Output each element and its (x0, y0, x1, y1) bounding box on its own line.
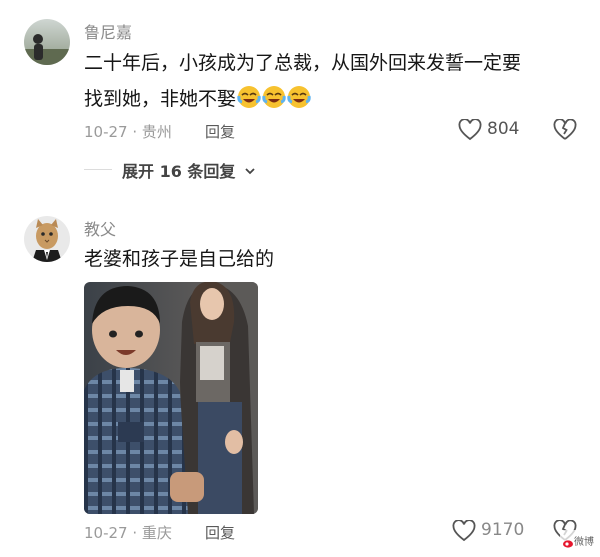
reply-button[interactable]: 回复 (205, 121, 235, 142)
comment-text-line: 找到她，非她不娶 (84, 81, 584, 117)
laugh-cry-emoji-icon (287, 85, 311, 109)
comment-meta: 10-27 · 贵州 (84, 123, 172, 141)
watermark: 微博 (560, 530, 596, 552)
comment-text-part: 找到她，非她不娶 (84, 88, 237, 110)
heart-icon (458, 118, 482, 145)
like-count: 804 (487, 119, 520, 139)
heart-icon (452, 519, 476, 546)
username[interactable]: 鲁尼嘉 (84, 19, 132, 43)
like-button[interactable]: 804 (458, 117, 528, 145)
like-count: 9170 (481, 520, 525, 540)
laugh-cry-emoji-icon (237, 85, 261, 109)
watermark-text: 微博 (574, 537, 594, 548)
divider (84, 169, 112, 170)
broken-heart-icon[interactable] (553, 118, 577, 145)
like-button[interactable]: 9170 (452, 518, 532, 546)
comment-text: 老婆和孩子是自己给的 (84, 248, 275, 270)
comment-meta: 10-27 · 重庆 (84, 524, 172, 542)
avatar[interactable] (24, 216, 70, 262)
comment-text: 二十年后，小孩成为了总裁，从国外回来发誓一定要 找到她，非她不娶 (84, 45, 584, 117)
laugh-cry-emoji-icon (262, 85, 286, 109)
comment-text-line: 二十年后，小孩成为了总裁，从国外回来发誓一定要 (84, 52, 522, 74)
username[interactable]: 教父 (84, 216, 116, 240)
avatar[interactable] (24, 19, 70, 65)
comment-photo[interactable] (84, 282, 258, 514)
chevron-down-icon (244, 162, 256, 181)
reply-button[interactable]: 回复 (205, 522, 235, 543)
expand-replies-label: 展开 16 条回复 (122, 162, 236, 181)
weibo-logo-icon (562, 534, 574, 553)
